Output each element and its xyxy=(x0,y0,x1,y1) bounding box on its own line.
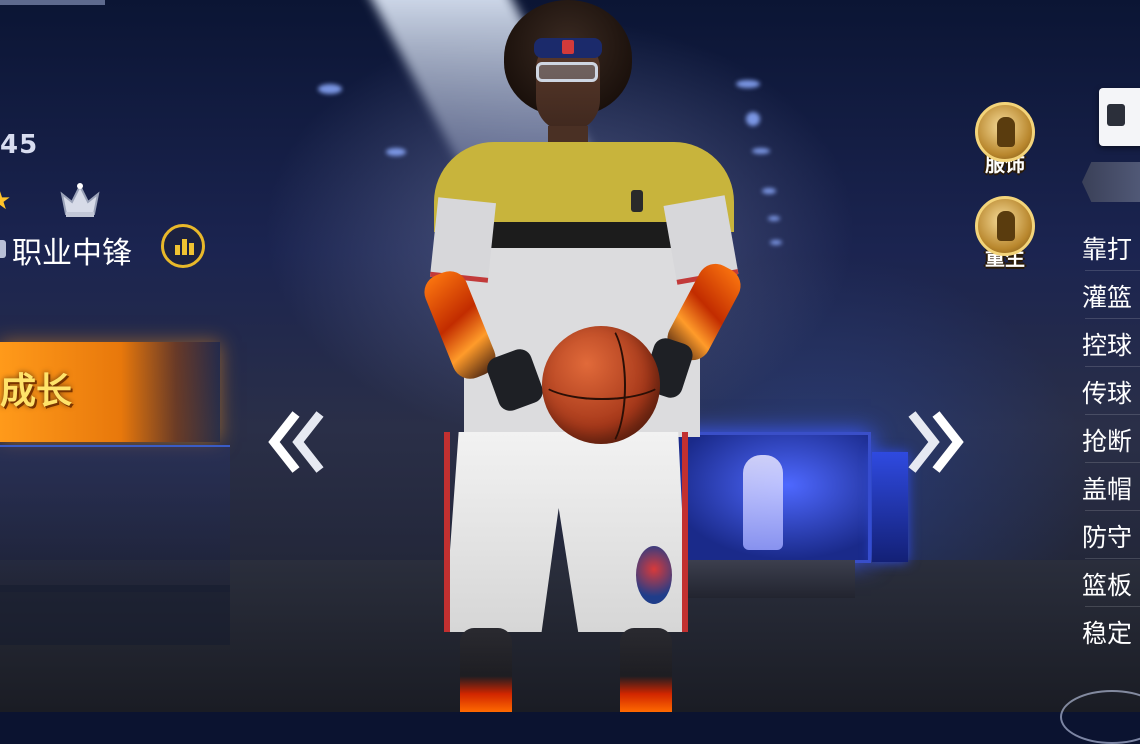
stats-tab[interactable] xyxy=(1082,162,1140,202)
top-strip xyxy=(0,0,105,5)
stat-label-steal: 抢断 xyxy=(1082,427,1133,456)
outfit-icon xyxy=(975,102,1035,162)
growth-button-label: 成长 xyxy=(0,371,73,412)
flame-pattern xyxy=(460,676,512,712)
divider xyxy=(1085,366,1140,367)
stat-label-post: 靠打 xyxy=(1082,235,1133,264)
divider xyxy=(1085,318,1140,319)
player-character xyxy=(418,0,760,712)
stat-label-rebound: 篮板 xyxy=(1082,571,1133,600)
player-number: 45 xyxy=(0,130,39,160)
bar-chart-icon[interactable] xyxy=(161,224,205,268)
nba-logo-icon xyxy=(631,190,643,212)
basketball xyxy=(538,322,666,450)
player-info-panel: 45 ★ 职业中锋 成长 xyxy=(0,0,240,712)
divider xyxy=(1085,606,1140,607)
divider xyxy=(1085,510,1140,511)
jersey-sleeve-left xyxy=(429,197,497,283)
ceiling-light xyxy=(386,148,406,156)
player-leg-right xyxy=(620,628,672,712)
stats-tab-active[interactable] xyxy=(1099,88,1140,146)
ceiling-light xyxy=(318,84,342,94)
panel-section xyxy=(0,445,230,592)
divider xyxy=(1085,414,1140,415)
divider xyxy=(1085,270,1140,271)
stat-label-ball-handling: 控球 xyxy=(1082,331,1133,360)
reborn-button[interactable]: 重生 xyxy=(970,196,1040,271)
jersey-stripe xyxy=(464,222,700,248)
divider xyxy=(1085,558,1140,559)
stat-label-stability: 稳定 xyxy=(1082,619,1133,648)
double-chevron-left-icon[interactable] xyxy=(268,410,328,474)
position-marker-icon xyxy=(0,240,6,258)
stat-label-dunk: 灌篮 xyxy=(1082,283,1133,312)
divider xyxy=(1085,462,1140,463)
ceiling-light xyxy=(762,188,776,194)
outfit-button[interactable]: 服饰 xyxy=(970,102,1040,177)
star-icon: ★ xyxy=(0,188,11,214)
stat-label-defense: 防守 xyxy=(1082,523,1133,552)
double-chevron-right-icon[interactable] xyxy=(904,410,964,474)
jumbotron-side-panel xyxy=(872,452,908,562)
shorts-trim xyxy=(682,432,688,632)
crown-icon xyxy=(60,183,100,217)
nba-logo-icon xyxy=(562,40,574,54)
goggles xyxy=(536,62,598,82)
reborn-icon xyxy=(975,196,1035,256)
team-logo-icon xyxy=(636,546,672,604)
stat-label-passing: 传球 xyxy=(1082,379,1133,408)
player-leg-left xyxy=(460,628,512,712)
ceiling-light xyxy=(768,216,780,221)
shorts-trim xyxy=(444,432,450,632)
flame-pattern xyxy=(620,676,672,712)
ceiling-light xyxy=(770,240,782,245)
stat-label-block: 盖帽 xyxy=(1082,475,1133,504)
position-label: 职业中锋 xyxy=(12,236,132,271)
panel-section xyxy=(0,585,230,645)
